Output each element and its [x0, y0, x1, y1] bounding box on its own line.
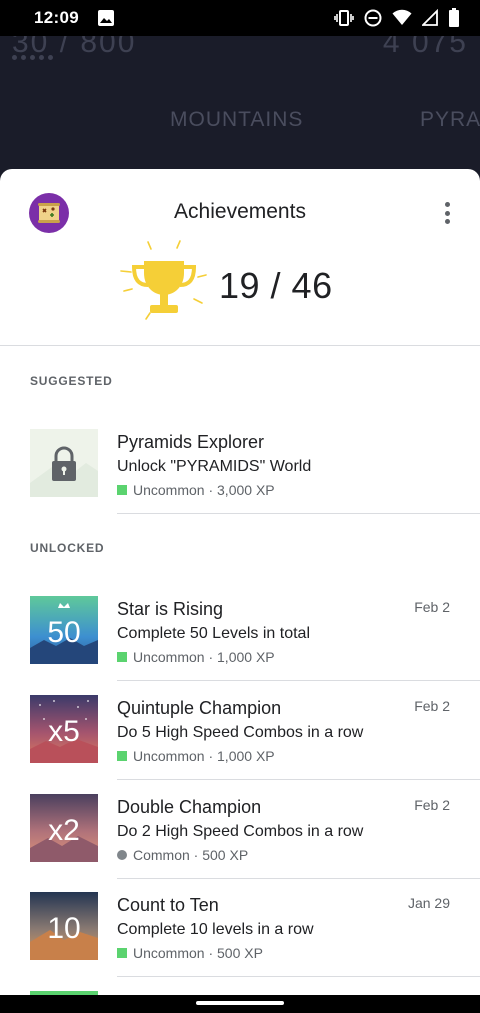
wifi-icon	[392, 9, 412, 27]
achievement-thumbnail: x2	[30, 794, 98, 862]
achievement-date: Jan 29	[407, 895, 450, 911]
battery-icon	[448, 8, 460, 28]
achievement-badge-text: 50	[47, 616, 80, 649]
achievement-name: Pyramids Explorer	[117, 432, 265, 452]
achievement-description: Do 2 High Speed Combos in a row	[117, 823, 364, 840]
achievement-description: Unlock "PYRAMIDS" World	[117, 458, 312, 475]
section-suggested-label: SUGGESTED	[30, 374, 113, 388]
achievement-item-count-to-ten[interactable]: 10 Count to Ten Complete 10 levels in a …	[0, 892, 480, 990]
navigation-bar	[0, 995, 480, 1013]
achievement-meta: Uncommon · 1,000 XP	[117, 649, 275, 665]
achievement-meta: Uncommon · 500 XP	[117, 945, 263, 961]
achievement-thumbnail: 10	[30, 892, 98, 960]
achievement-rarity-xp: Uncommon · 1,000 XP	[133, 748, 275, 764]
divider	[117, 976, 480, 977]
background-tab-pyramids[interactable]: PYRA	[420, 108, 480, 132]
divider	[117, 878, 480, 879]
achievement-description: Complete 10 levels in a row	[117, 921, 314, 938]
home-gesture-handle[interactable]	[196, 1001, 284, 1005]
background-progress-dots	[12, 55, 53, 60]
achievement-date: Feb 2	[414, 698, 450, 714]
rarity-uncommon-icon	[117, 948, 127, 958]
section-unlocked-label: UNLOCKED	[30, 541, 105, 555]
sheet-title: Achievements	[174, 200, 306, 223]
background-tab-mountains[interactable]: MOUNTAINS	[170, 108, 303, 132]
status-bar: 12:09	[0, 0, 480, 36]
achievements-sheet: Achievements 19 / 46 SUGGESTED Pyramids …	[0, 169, 480, 995]
achievement-thumbnail: x5	[30, 695, 98, 763]
achievement-badge-text: x2	[48, 814, 80, 847]
trophy-icon	[120, 240, 207, 320]
background-currency: 4 075	[382, 36, 468, 59]
rarity-common-icon	[117, 850, 127, 860]
rarity-uncommon-icon	[117, 751, 127, 761]
divider	[117, 680, 480, 681]
achievement-meta: Uncommon · 1,000 XP	[117, 748, 275, 764]
achievement-item-quintuple-champion[interactable]: x5 Quintuple Champion Do 5 High Speed Co…	[0, 695, 480, 793]
achievement-item-double-champion[interactable]: x2 Double Champion Do 2 High Speed Combo…	[0, 794, 480, 892]
achievement-count: 19 / 46	[219, 265, 333, 306]
achievements-header: Achievements 19 / 46	[0, 169, 480, 346]
achievement-description: Complete 50 Levels in total	[117, 625, 310, 642]
rarity-uncommon-icon	[117, 485, 127, 495]
achievement-badge-text: x5	[48, 715, 80, 748]
achievement-meta: Uncommon · 3,000 XP	[117, 482, 275, 498]
achievement-thumbnail	[30, 429, 98, 497]
achievement-name: Double Champion	[117, 797, 262, 817]
achievement-description: Do 5 High Speed Combos in a row	[117, 724, 364, 741]
achievement-rarity-xp: Uncommon · 500 XP	[133, 945, 263, 961]
achievement-item-pyramids-explorer[interactable]: Pyramids Explorer Unlock "PYRAMIDS" Worl…	[0, 429, 480, 527]
achievement-thumbnail: 50	[30, 596, 98, 664]
achievement-name: Count to Ten	[117, 895, 219, 915]
achievement-rarity-xp: Uncommon · 1,000 XP	[133, 649, 275, 665]
rarity-uncommon-icon	[117, 652, 127, 662]
do-not-disturb-icon	[364, 9, 382, 27]
image-notification-icon	[97, 9, 115, 27]
vibrate-icon	[334, 9, 354, 27]
achievement-date: Feb 2	[414, 599, 450, 615]
divider	[117, 779, 480, 780]
status-time: 12:09	[34, 8, 79, 27]
achievement-name: Quintuple Champion	[117, 698, 282, 718]
more-options-icon[interactable]	[444, 202, 450, 224]
achievement-rarity-xp: Common · 500 XP	[133, 847, 249, 863]
achievement-badge-text: 10	[47, 912, 80, 945]
achievement-meta: Common · 500 XP	[117, 847, 248, 863]
cell-signal-icon	[422, 9, 438, 27]
divider	[117, 513, 480, 514]
achievement-rarity-xp: Uncommon · 3,000 XP	[133, 482, 275, 498]
achievement-name: Star is Rising	[117, 599, 224, 619]
achievement-date: Feb 2	[414, 797, 450, 813]
achievement-item-star-is-rising[interactable]: 50 Star is Rising Complete 50 Levels in …	[0, 596, 480, 694]
